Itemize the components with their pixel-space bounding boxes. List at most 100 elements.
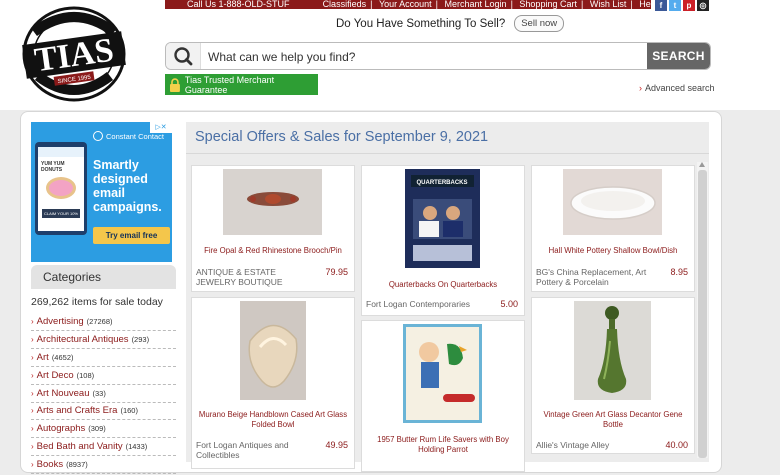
help-link[interactable]: Help	[639, 0, 651, 9]
donut-icon	[46, 177, 76, 199]
product-seller[interactable]: ANTIQUE & ESTATE JEWELRY BOUTIQUE	[196, 267, 316, 287]
advertisement[interactable]: ▷✕ Constant Contact YUM YUM DONUTS CLAIM…	[31, 122, 172, 262]
wish-list-link[interactable]: Wish List	[590, 0, 627, 9]
chevron-right-icon: ›	[31, 388, 34, 398]
product-seller[interactable]: Fort Logan Antiques and Collectibles	[196, 440, 311, 460]
categories-header: Categories	[31, 265, 176, 289]
ad-phone-text: YUM YUM DONUTS	[41, 161, 65, 173]
category-label[interactable]: Art Deco	[37, 370, 74, 381]
category-item[interactable]: › Art Deco (108)	[31, 368, 176, 385]
search-input[interactable]	[206, 47, 640, 67]
category-count: (1433)	[125, 442, 148, 452]
facebook-icon[interactable]: f	[655, 0, 667, 11]
category-list: › Advertising (27268) › Architectural Antiq…	[31, 314, 176, 475]
twitter-icon[interactable]: t	[669, 0, 681, 11]
product-image-glass-bowl[interactable]	[240, 301, 306, 400]
category-item[interactable]: › Art Nouveau (33)	[31, 386, 176, 403]
advanced-search-label: Advanced search	[645, 83, 715, 93]
product-card[interactable]: Murano Beige Handblown Cased Art Glass F…	[191, 297, 355, 469]
trusted-badge-label: Tias Trusted Merchant Guarantee	[184, 74, 275, 95]
chevron-right-icon: ›	[31, 406, 34, 416]
product-seller[interactable]: BG's China Replacement, Art Pottery & Po…	[536, 267, 660, 287]
category-label[interactable]: Bed Bath and Vanity	[37, 441, 123, 452]
product-price: 5.00	[500, 299, 518, 309]
special-offers-title: Special Offers & Sales for September 9, …	[195, 129, 489, 145]
pinterest-icon[interactable]: p	[683, 0, 695, 11]
advanced-search-link[interactable]: › Advanced search	[639, 83, 715, 93]
category-item[interactable]: › Architectural Antiques (293)	[31, 332, 176, 349]
category-count: (33)	[92, 388, 106, 398]
category-item[interactable]: › Bed Bath and Vanity (1433)	[31, 439, 176, 457]
product-name[interactable]: Vintage Green Art Glass Decantor Gene Bo…	[536, 410, 690, 430]
shopping-cart-link[interactable]: Shopping Cart	[519, 0, 577, 9]
category-label[interactable]: Architectural Antiques	[37, 334, 129, 345]
category-count: (160)	[120, 406, 138, 416]
scroll-up-icon[interactable]	[699, 162, 705, 167]
items-for-sale-count: 269,262 items for sale today	[31, 296, 163, 308]
chevron-right-icon: ›	[31, 352, 34, 362]
chevron-right-icon: ›	[31, 424, 34, 434]
call-us-link[interactable]: Call Us 1-888-OLD-STUF	[187, 0, 290, 9]
category-label[interactable]: Art	[37, 352, 49, 363]
search-bar: SEARCH	[165, 42, 711, 70]
special-offers-header: Special Offers & Sales for September 9, …	[186, 122, 709, 154]
category-item[interactable]: › Autographs (309)	[31, 421, 176, 439]
sell-now-button[interactable]: Sell now	[514, 15, 565, 32]
ad-phone-button: CLAIM YOUR 10%	[42, 209, 80, 218]
constant-contact-logo-icon	[93, 131, 103, 141]
merchant-login-link[interactable]: Merchant Login	[445, 0, 507, 9]
classifieds-link[interactable]: Classifieds	[323, 0, 367, 9]
product-card[interactable]: QUARTERBACKS Quarterbacks On Quarterback…	[361, 165, 525, 316]
ad-brand-label: Constant Contact	[106, 131, 164, 141]
chevron-right-icon: ›	[31, 317, 34, 326]
product-image-decanter[interactable]	[574, 301, 651, 400]
product-image-advertisement[interactable]	[403, 324, 482, 423]
search-button[interactable]: SEARCH	[647, 43, 710, 69]
ad-cta-button[interactable]: Try email free	[93, 227, 170, 244]
search-icon[interactable]	[166, 43, 201, 69]
trusted-merchant-badge[interactable]: Tias Trusted Merchant Guarantee	[165, 74, 318, 95]
product-name[interactable]: 1957 Butter Rum Life Savers with Boy Hol…	[366, 435, 520, 455]
product-price: 49.95	[325, 440, 348, 450]
scrollbar-thumb[interactable]	[698, 170, 707, 458]
product-card[interactable]: Fire Opal & Red Rhinestone Brooch/Pin AN…	[191, 165, 355, 292]
chevron-right-icon: ›	[31, 334, 34, 344]
product-card[interactable]: 1957 Butter Rum Life Savers with Boy Hol…	[361, 320, 525, 472]
offers-scrollbar[interactable]	[697, 162, 708, 458]
product-image-book[interactable]: QUARTERBACKS	[405, 169, 480, 268]
category-count: (27268)	[86, 317, 113, 326]
category-label[interactable]: Advertising	[37, 316, 84, 327]
category-count: (108)	[76, 370, 95, 380]
instagram-icon[interactable]: ◎	[697, 0, 709, 11]
category-item[interactable]: › Advertising (27268)	[31, 314, 176, 331]
product-image-brooch[interactable]	[223, 169, 322, 235]
product-image-bowl[interactable]	[563, 169, 662, 235]
category-label[interactable]: Books	[37, 459, 63, 470]
sell-question: Do You Have Something To Sell?	[336, 17, 506, 30]
product-seller[interactable]: Allie's Vintage Alley	[536, 440, 656, 450]
your-account-link[interactable]: Your Account	[379, 0, 432, 9]
ad-headline: Smartly designed email campaigns.	[93, 158, 162, 214]
ad-phone-illustration: YUM YUM DONUTS CLAIM YOUR 10%	[35, 142, 87, 235]
product-name[interactable]: Murano Beige Handblown Cased Art Glass F…	[196, 410, 350, 430]
product-name[interactable]: Fire Opal & Red Rhinestone Brooch/Pin	[196, 246, 350, 256]
category-label[interactable]: Autographs	[37, 423, 86, 434]
category-item[interactable]: › Arts and Crafts Era (160)	[31, 403, 176, 421]
sell-prompt: Do You Have Something To Sell? Sell now	[336, 15, 565, 32]
chevron-right-icon: ›	[639, 83, 642, 93]
category-item[interactable]: › Books (8937)	[31, 457, 176, 475]
category-count: (4652)	[51, 352, 74, 362]
product-card[interactable]: Hall White Pottery Shallow Bowl/Dish BG'…	[531, 165, 695, 292]
product-seller[interactable]: Fort Logan Contemporaries	[366, 299, 491, 309]
product-name[interactable]: Hall White Pottery Shallow Bowl/Dish	[536, 246, 690, 256]
product-card[interactable]: Vintage Green Art Glass Decantor Gene Bo…	[531, 297, 695, 454]
category-label[interactable]: Art Nouveau	[37, 388, 90, 399]
ad-brand: Constant Contact	[93, 131, 164, 141]
category-count: (293)	[131, 334, 150, 344]
product-name[interactable]: Quarterbacks On Quarterbacks	[366, 280, 520, 290]
chevron-right-icon: ›	[31, 442, 34, 452]
category-label[interactable]: Arts and Crafts Era	[37, 405, 118, 416]
category-item[interactable]: › Art (4652)	[31, 350, 176, 367]
chevron-right-icon: ›	[31, 370, 34, 380]
tias-logo[interactable]: TIAS SINCE 1995	[20, 4, 128, 102]
